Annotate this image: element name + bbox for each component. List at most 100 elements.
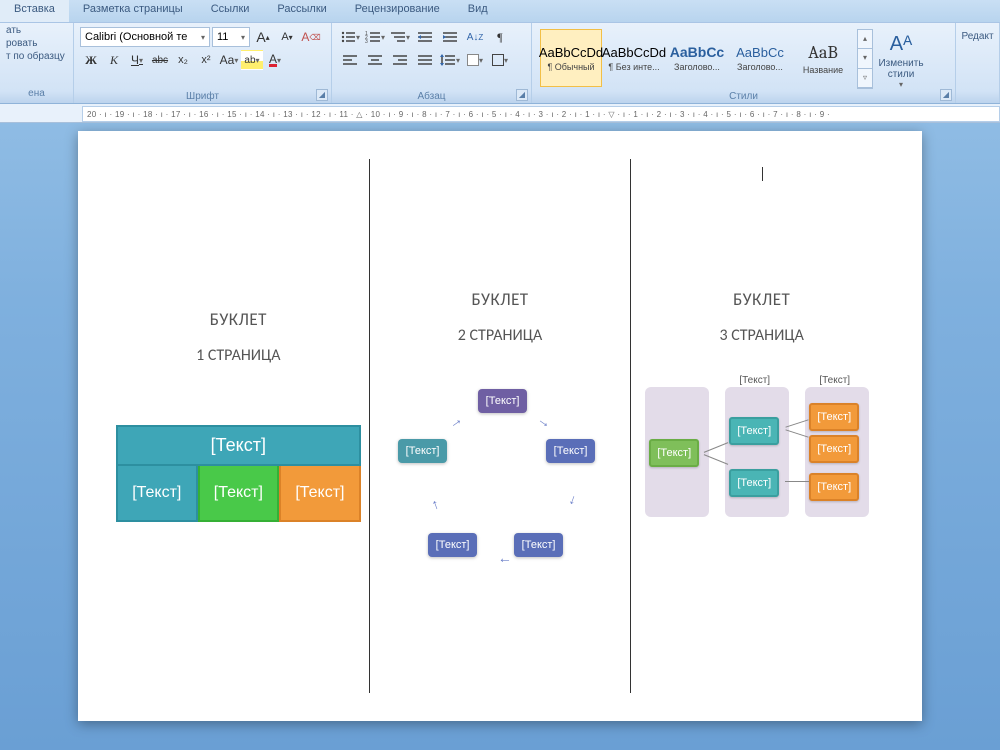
ribbon-tabs: Вставка Разметка страницы Ссылки Рассылк… [0, 0, 1000, 22]
change-styles-button[interactable]: Aᴬ Изменить стили ▾ [873, 29, 929, 89]
style-nospacing[interactable]: AaBbCcDd ¶ Без инте... [603, 29, 665, 87]
smartart-cell-3[interactable]: [Текст] [279, 466, 361, 522]
tab-references[interactable]: Ссылки [197, 0, 264, 22]
page[interactable]: БУКЛЕТ 1 СТРАНИЦА [Текст] [Текст] [Текст… [78, 131, 922, 721]
font-family-select[interactable]: Calibri (Основной те ▾ [80, 27, 210, 47]
booklet-panel-2: БУКЛЕТ 2 СТРАНИЦА [Текст] [Текст] [Текст… [370, 159, 631, 693]
hier-root[interactable]: [Текст] [649, 439, 699, 467]
paragraph-group: ▾ 123▾ ▾ A↓Z ¶ ▾ ▾ ▾ Абзац ◢ [332, 23, 532, 103]
change-case-button[interactable]: Aa▾ [218, 50, 240, 70]
superscript-button[interactable]: x² [195, 50, 217, 70]
hier-col-label-2: [Текст] [819, 375, 850, 386]
tab-pagelayout[interactable]: Разметка страницы [69, 0, 197, 22]
justify-button[interactable] [413, 50, 437, 70]
highlight-button[interactable]: ab▾ [241, 50, 263, 70]
font-color-button[interactable]: A▾ [264, 50, 286, 70]
style-preview: AaB [808, 42, 838, 63]
cut-label[interactable]: ать [6, 25, 67, 36]
sort-button[interactable]: A↓Z [463, 27, 487, 47]
strike-button[interactable]: abc [149, 50, 171, 70]
styles-scroll-up[interactable]: ▴ [858, 30, 872, 49]
paragraph-dialog-launcher[interactable]: ◢ [516, 89, 528, 101]
shrink-font-button[interactable]: A▾ [276, 27, 298, 47]
ribbon: ать ровать т по образцу ена Calibri (Осн… [0, 22, 1000, 104]
multilevel-list-button[interactable]: ▾ [388, 27, 412, 47]
panel1-title: БУКЛЕТ [116, 309, 361, 330]
style-normal[interactable]: AaBbCcDd ¶ Обычный [540, 29, 602, 87]
grow-font-button[interactable]: A▴ [252, 27, 274, 47]
styles-expand[interactable]: ▿ [858, 69, 872, 88]
panel1-subtitle: 1 СТРАНИЦА [116, 346, 361, 365]
styles-dialog-launcher[interactable]: ◢ [940, 89, 952, 101]
underline-button[interactable]: Ч▾ [126, 50, 148, 70]
style-heading1[interactable]: AaBbCc Заголово... [666, 29, 728, 87]
tab-review[interactable]: Рецензирование [341, 0, 454, 22]
font-dialog-launcher[interactable]: ◢ [316, 89, 328, 101]
hier-mid-2[interactable]: [Текст] [729, 469, 779, 497]
show-marks-button[interactable]: ¶ [488, 27, 512, 47]
arrow-icon: → [565, 492, 585, 511]
arrow-icon: → [534, 410, 555, 431]
ruler-container: 20 · ı · 19 · ı · 18 · ı · 17 · ı · 16 ·… [0, 104, 1000, 123]
tab-insert[interactable]: Вставка [0, 0, 69, 22]
line-spacing-button[interactable]: ▾ [438, 50, 462, 70]
style-label: Название [795, 65, 851, 75]
subscript-button[interactable]: x₂ [172, 50, 194, 70]
bullets-button[interactable]: ▾ [338, 27, 362, 47]
chevron-down-icon: ▾ [241, 33, 245, 42]
hier-leaf-3[interactable]: [Текст] [809, 473, 859, 501]
panel3-subtitle: 3 СТРАНИЦА [639, 326, 884, 345]
align-center-button[interactable] [363, 50, 387, 70]
style-label: ¶ Без инте... [606, 62, 662, 72]
hier-col-label-1: [Текст] [739, 375, 770, 386]
style-preview: AaBbCc [670, 44, 724, 60]
font-size-select[interactable]: 11 ▾ [212, 27, 250, 47]
hier-leaf-2[interactable]: [Текст] [809, 435, 859, 463]
smartart-hierarchy[interactable]: [Текст] [Текст] [Текст] [Текст] [Текст] … [639, 375, 884, 595]
copy-label[interactable]: ровать [6, 38, 67, 49]
clear-formatting-button[interactable]: A⌫ [300, 27, 322, 47]
italic-button[interactable]: К [103, 50, 125, 70]
booklet-panel-3: БУКЛЕТ 3 СТРАНИЦА [Текст] [Текст] [Текст… [631, 159, 892, 693]
tab-view[interactable]: Вид [454, 0, 502, 22]
align-left-button[interactable] [338, 50, 362, 70]
horizontal-ruler[interactable]: 20 · ı · 19 · ı · 18 · ı · 17 · ı · 16 ·… [82, 106, 1000, 122]
style-label: Заголово... [669, 62, 725, 72]
smartart-table[interactable]: [Текст] [Текст] [Текст] [Текст] [116, 425, 361, 522]
styles-scroll-down[interactable]: ▾ [858, 49, 872, 68]
smartart-cell-2[interactable]: [Текст] [198, 466, 280, 522]
increase-indent-button[interactable] [438, 27, 462, 47]
change-styles-label: Изменить стили [873, 58, 929, 80]
style-label: Заголово... [732, 62, 788, 72]
cycle-node-5[interactable]: [Текст] [398, 439, 448, 463]
align-right-button[interactable] [388, 50, 412, 70]
svg-text:3: 3 [365, 39, 368, 44]
smartart-header-cell[interactable]: [Текст] [116, 425, 361, 466]
cycle-node-1[interactable]: [Текст] [478, 389, 528, 413]
font-group-label: Шрифт [74, 91, 331, 102]
format-painter-label[interactable]: т по образцу [6, 51, 67, 62]
numbering-button[interactable]: 123▾ [363, 27, 387, 47]
styles-scroll: ▴ ▾ ▿ [857, 29, 873, 89]
cycle-node-4[interactable]: [Текст] [428, 533, 478, 557]
style-heading2[interactable]: AaBbCc Заголово... [729, 29, 791, 87]
tab-mailings[interactable]: Рассылки [263, 0, 340, 22]
arrow-icon: → [423, 497, 443, 516]
hier-col-bg-2 [725, 387, 789, 517]
style-title[interactable]: AaB Название [792, 29, 854, 87]
editing-label: Редакт [961, 31, 993, 42]
borders-button[interactable]: ▾ [488, 50, 512, 70]
decrease-indent-button[interactable] [413, 27, 437, 47]
hier-mid-1[interactable]: [Текст] [729, 417, 779, 445]
cycle-node-2[interactable]: [Текст] [546, 439, 596, 463]
shading-button[interactable]: ▾ [463, 50, 487, 70]
style-preview: AaBbCcDd [539, 45, 603, 60]
smartart-cell-1[interactable]: [Текст] [116, 466, 198, 522]
cycle-node-3[interactable]: [Текст] [514, 533, 564, 557]
chevron-down-icon: ▾ [899, 80, 903, 89]
bold-button[interactable]: Ж [80, 50, 102, 70]
font-family-value: Calibri (Основной те [85, 31, 187, 43]
smartart-cycle[interactable]: [Текст] [Текст] [Текст] [Текст] [Текст] … [378, 383, 623, 603]
connector [785, 481, 809, 482]
hier-leaf-1[interactable]: [Текст] [809, 403, 859, 431]
